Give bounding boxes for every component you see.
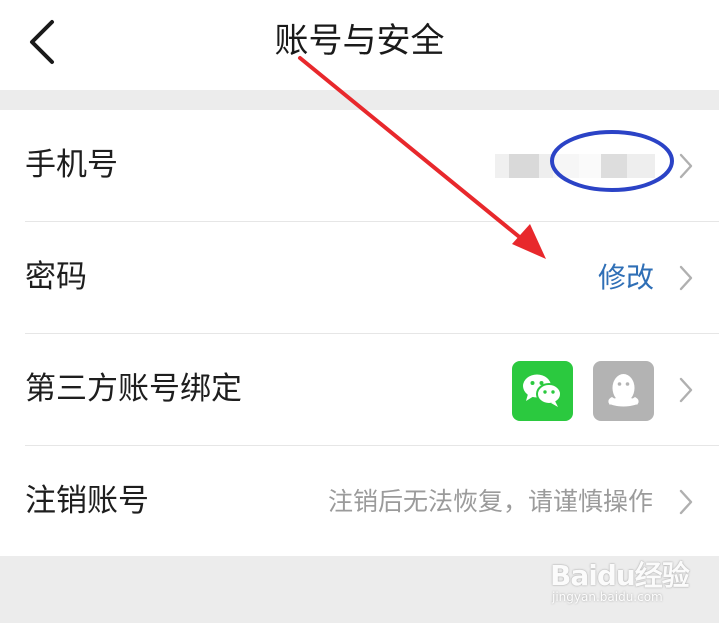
phone-number-label: 手机号 [25,147,118,183]
bottom-background [0,556,719,623]
chevron-right-icon [679,265,693,291]
third-party-binding-row[interactable]: 第三方账号绑定 [0,334,719,445]
masked-phone-number [495,154,655,178]
delete-account-label: 注销账号 [25,483,149,519]
chevron-right-icon [679,153,693,179]
chevron-right-icon [679,377,693,403]
phone-number-row[interactable]: 手机号 [0,110,719,221]
chevron-right-icon [679,489,693,515]
page-title: 账号与安全 [274,21,445,61]
password-label: 密码 [25,259,87,295]
delete-account-warning: 注销后无法恢复，请谨慎操作 [327,487,653,516]
modify-password-link[interactable]: 修改 [598,222,654,333]
third-party-binding-label: 第三方账号绑定 [25,371,242,407]
wechat-icon[interactable] [512,361,573,421]
delete-account-row[interactable]: 注销账号 注销后无法恢复，请谨慎操作 [0,446,719,557]
section-gap [0,90,719,110]
top-bar: 账号与安全 [0,0,719,90]
password-row[interactable]: 密码 修改 [0,222,719,333]
qq-icon[interactable] [593,361,654,421]
settings-list: 手机号 密码 修改 第三方账号绑定 注销账号 注销后无法恢复，请谨慎操作 [0,110,719,556]
